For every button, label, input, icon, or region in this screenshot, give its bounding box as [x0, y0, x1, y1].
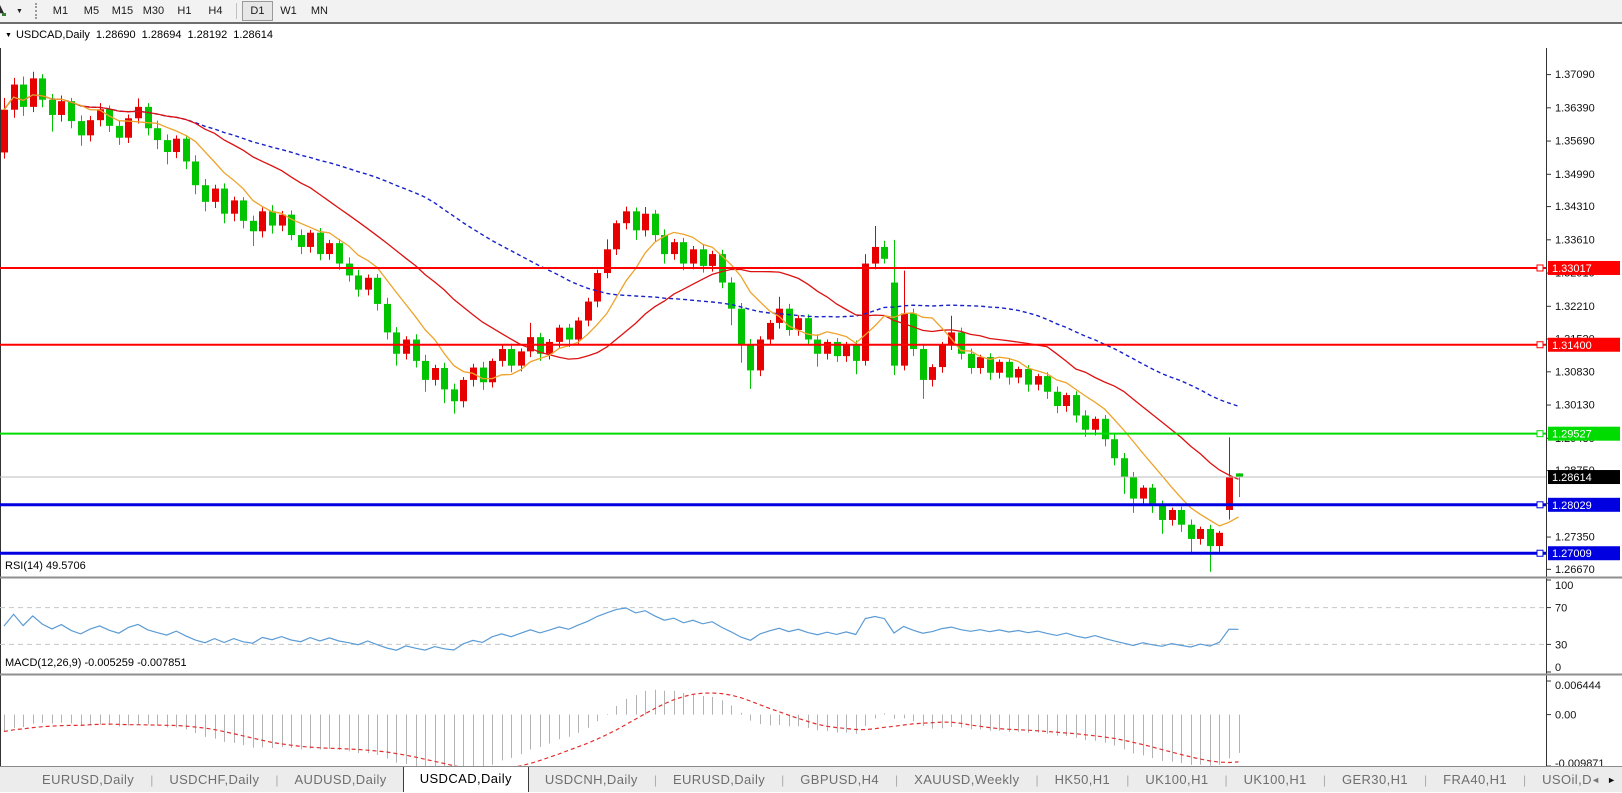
cursor-arrow-dot	[2, 13, 6, 16]
low-value: 1.28192	[187, 29, 228, 41]
tab-usdchf-daily[interactable]: USDCHF,Daily	[153, 767, 275, 792]
rsi-tick-label: 0	[1555, 662, 1561, 674]
chart-tab-bar: EURUSD,Daily | USDCHF,Daily | AUDUSD,Daily US…	[0, 766, 1622, 792]
timeframe-separator	[235, 3, 237, 19]
cursor-tool-caret-icon[interactable]: ▼	[16, 8, 23, 15]
price-tick-label: 1.30830	[1555, 366, 1595, 378]
price-line-label: 1.28029	[1552, 500, 1592, 512]
price-tick-label: 1.35690	[1555, 136, 1595, 148]
macd-indicator-label: MACD(12,26,9) -0.005259 -0.007851	[5, 657, 187, 669]
price-tick-label: 1.26670	[1555, 564, 1595, 576]
price-tick-label: 1.37090	[1555, 69, 1595, 81]
rsi-tick-label: 30	[1555, 639, 1567, 651]
price-tick-label: 1.32210	[1555, 301, 1595, 313]
tab-usoil-daily[interactable]: USOil,Daily	[1526, 767, 1591, 792]
ohlc-readout: ▼ USDCAD,Daily 1.28690 1.28694 1.28192 1.2861…	[5, 29, 273, 41]
open-value: 1.28690	[95, 29, 136, 41]
rsi-line	[3, 607, 1239, 651]
tab-usdcad-daily[interactable]: USDCAD,Daily	[402, 766, 529, 792]
macd-tick-label: 0.006444	[1555, 680, 1601, 692]
tab-usdcnh-daily[interactable]: USDCNH,Daily	[529, 767, 654, 792]
chart-tabs: EURUSD,Daily | USDCHF,Daily | AUDUSD,Daily US…	[0, 766, 1591, 793]
tab-eurusd-daily[interactable]: EURUSD,Daily	[657, 767, 781, 792]
tab-audusd-daily[interactable]: AUDUSD,Daily	[278, 767, 402, 792]
price-tick-label: 1.34990	[1555, 169, 1595, 181]
current-price-label: 1.28614	[1552, 472, 1592, 484]
rsi-tick-label: 100	[1555, 580, 1573, 592]
toolbar-grip[interactable]	[34, 3, 37, 19]
tab-gbpusd-h4[interactable]: GBPUSD,H4	[784, 767, 895, 792]
tab-uk100-h1[interactable]: UK100,H1	[1228, 767, 1323, 792]
chart-window: 1.37090 1.36390 1.35690 1.34990 1.34310 1.336…	[0, 22, 1622, 786]
timeframe-button-group: M1 M5 M15 M30 H1 H4 D1 W1 MN	[45, 0, 335, 22]
price-line-label: 1.31400	[1552, 340, 1592, 352]
price-tick-label: 1.34310	[1555, 201, 1595, 213]
price-tick-label: 1.30130	[1555, 400, 1595, 412]
price-line-label: 1.27009	[1552, 548, 1592, 560]
tab-scroll-buttons: ◄ ►	[1591, 775, 1622, 785]
macd-signal-line	[3, 692, 1239, 771]
rsi-indicator-label: RSI(14) 49.5706	[5, 560, 86, 572]
close-value: 1.28614	[233, 29, 273, 41]
price-line-label: 1.33017	[1552, 263, 1592, 275]
timeframe-button-m1[interactable]: M1	[45, 1, 76, 21]
timeframe-button-m15[interactable]: M15	[107, 1, 138, 21]
high-value: 1.28694	[141, 29, 182, 41]
macd-tick-label: 0.00	[1555, 710, 1576, 722]
timeframe-button-h4[interactable]: H4	[200, 1, 231, 21]
timeframe-button-h1[interactable]: H1	[169, 1, 200, 21]
chart-canvas[interactable]: 1.37090 1.36390 1.35690 1.34990 1.34310 1.336…	[0, 48, 1622, 790]
candles-layer	[1, 71, 1243, 572]
price-tick-label: 1.33610	[1555, 234, 1595, 246]
chart-menu-caret-icon[interactable]: ▼	[5, 32, 12, 39]
symbol-period-label: USDCAD,Daily	[15, 29, 90, 41]
price-line-label: 1.29527	[1552, 429, 1592, 441]
cursor-tool-icon[interactable]	[0, 4, 14, 18]
tab-eurusd-daily[interactable]: EURUSD,Daily	[26, 767, 150, 792]
timeframe-button-m5[interactable]: M5	[76, 1, 107, 21]
tab-hk50-h1[interactable]: HK50,H1	[1039, 767, 1127, 792]
timeframe-button-d1[interactable]: D1	[241, 1, 273, 21]
timeframe-button-mn[interactable]: MN	[304, 1, 335, 21]
tab-scroll-right-icon[interactable]: ►	[1607, 775, 1616, 785]
tab-xauusd-weekly[interactable]: XAUUSD,Weekly	[898, 767, 1035, 792]
tab-uk100-h1[interactable]: UK100,H1	[1129, 767, 1224, 792]
timeframe-button-m30[interactable]: M30	[138, 1, 169, 21]
tab-fra40-h1[interactable]: FRA40,H1	[1427, 767, 1523, 792]
price-tick-label: 1.36390	[1555, 102, 1595, 114]
toolbar: ▼ M1 M5 M15 M30 H1 H4 D1 W1 MN	[0, 0, 1622, 22]
price-tick-label: 1.27350	[1555, 532, 1595, 544]
tab-scroll-left-icon[interactable]: ◄	[1591, 775, 1600, 785]
rsi-tick-label: 70	[1555, 603, 1567, 615]
tab-ger30-h1[interactable]: GER30,H1	[1326, 767, 1424, 792]
timeframe-button-w1[interactable]: W1	[273, 1, 304, 21]
horizontal-lines-layer[interactable]	[0, 264, 1546, 557]
